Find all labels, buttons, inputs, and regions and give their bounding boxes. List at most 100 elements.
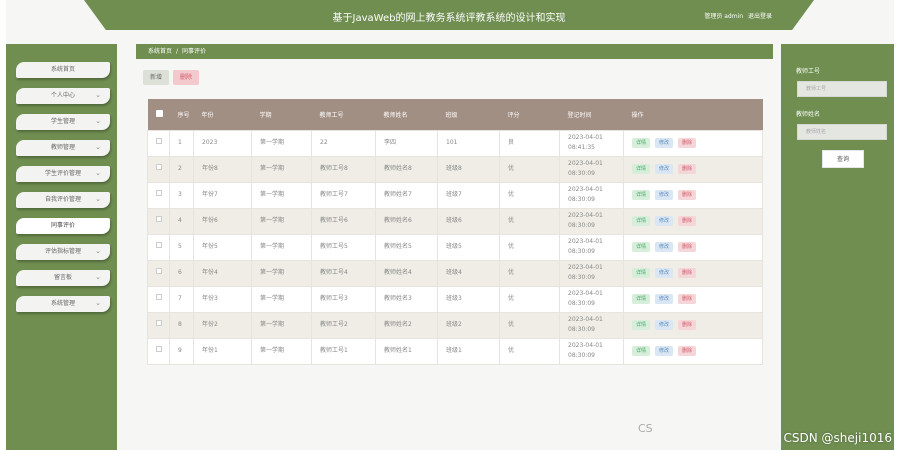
table-row: 6 年份4 第一学期 教师工号4 教师姓名4 班级4 优 2023-04-01 08:30:0… bbox=[147, 259, 763, 287]
table-cell: 2023-04-01 08:30:09 bbox=[559, 207, 624, 235]
delete-button[interactable]: 删除 bbox=[678, 138, 696, 148]
delete-button[interactable]: 删除 bbox=[678, 190, 696, 200]
batch-delete-button[interactable]: 删除 bbox=[173, 70, 200, 85]
add-button[interactable]: 新增 bbox=[143, 70, 170, 85]
table-cell: 李四 bbox=[375, 129, 438, 157]
detail-button[interactable]: 详情 bbox=[632, 164, 650, 174]
table-cell: 年份4 bbox=[193, 259, 252, 287]
table-cell: 教师工号3 bbox=[311, 285, 376, 313]
detail-button[interactable]: 详情 bbox=[632, 216, 650, 226]
row-checkbox[interactable] bbox=[156, 320, 162, 326]
delete-button[interactable]: 删除 bbox=[678, 320, 696, 330]
delete-button[interactable]: 删除 bbox=[678, 346, 696, 356]
table-cell: 年份3 bbox=[193, 285, 252, 313]
table-cell: 班级1 bbox=[437, 337, 500, 365]
sidebar-item-profile[interactable]: 个人中心 ⌄ bbox=[16, 88, 110, 104]
row-checkbox-cell bbox=[147, 285, 170, 313]
sidebar-item-indicators[interactable]: 评估指标管理 ⌄ bbox=[16, 244, 110, 260]
sidebar-item-students[interactable]: 学生管理 ⌄ bbox=[16, 114, 110, 130]
edit-button[interactable]: 修改 bbox=[655, 346, 673, 356]
chevron-down-icon: ⌄ bbox=[95, 169, 101, 177]
edit-button[interactable]: 修改 bbox=[655, 242, 673, 252]
column-header: 操作 bbox=[623, 99, 763, 130]
chevron-down-icon: ⌄ bbox=[95, 273, 101, 281]
edit-button[interactable]: 修改 bbox=[655, 294, 673, 304]
column-header: 评分 bbox=[499, 99, 560, 130]
edit-button[interactable]: 修改 bbox=[655, 164, 673, 174]
edit-button[interactable]: 修改 bbox=[655, 190, 673, 200]
sidebar-item-label: 学生评价管理 bbox=[44, 170, 81, 177]
table-cell: 年份6 bbox=[193, 207, 252, 235]
breadcrumb-home[interactable]: 系统首页 bbox=[148, 48, 172, 55]
row-checkbox[interactable] bbox=[156, 346, 162, 352]
table-cell: 优 bbox=[499, 285, 560, 313]
sidebar-item-home[interactable]: 系统首页 bbox=[16, 62, 110, 78]
row-checkbox[interactable] bbox=[156, 138, 162, 144]
table-cell: 教师工号7 bbox=[311, 181, 376, 209]
sidebar-item-teachers[interactable]: 教师管理 ⌄ bbox=[16, 140, 110, 156]
delete-button[interactable]: 删除 bbox=[678, 164, 696, 174]
header: 基于JavaWeb的网上教务系统评教系统的设计和实现 管理员 admin 退出登… bbox=[6, 0, 894, 44]
delete-button[interactable]: 删除 bbox=[678, 268, 696, 278]
detail-button[interactable]: 详情 bbox=[632, 294, 650, 304]
table-body: 1 2023 第一学期 22 李四 101 良 2023-04-01 08:41:35 详情 修改… bbox=[147, 129, 763, 365]
row-checkbox[interactable] bbox=[156, 164, 162, 170]
delete-button[interactable]: 删除 bbox=[678, 242, 696, 252]
detail-button[interactable]: 详情 bbox=[632, 268, 650, 278]
table-cell: 22 bbox=[311, 129, 376, 157]
edit-button[interactable]: 修改 bbox=[655, 268, 673, 278]
edit-button[interactable]: 修改 bbox=[655, 138, 673, 148]
row-actions: 详情 修改 删除 bbox=[623, 311, 763, 339]
chevron-down-icon: ⌄ bbox=[95, 117, 101, 125]
edit-button[interactable]: 修改 bbox=[655, 320, 673, 330]
row-checkbox[interactable] bbox=[156, 294, 162, 300]
sidebar-item-label: 系统首页 bbox=[50, 66, 75, 73]
chevron-down-icon: ⌄ bbox=[95, 247, 101, 255]
sidebar-item-student-eval[interactable]: 学生评价管理 ⌄ bbox=[16, 166, 110, 182]
sidebar-item-peer-eval[interactable]: 同事评价 bbox=[16, 218, 110, 234]
detail-button[interactable]: 详情 bbox=[632, 242, 650, 252]
table-cell: 教师工号8 bbox=[311, 155, 376, 183]
row-checkbox-cell bbox=[147, 129, 170, 157]
sidebar-item-self-eval[interactable]: 自我评价管理 ⌄ bbox=[16, 192, 110, 208]
table-cell: 年份5 bbox=[193, 233, 252, 261]
delete-button[interactable]: 删除 bbox=[678, 216, 696, 226]
data-table: 序号 年份 学期 教师工号 教师姓名 班级 评分 登记时间 操作 1 2023 第一… bbox=[147, 99, 763, 365]
sidebar-item-messages[interactable]: 留言板 ⌄ bbox=[16, 270, 110, 286]
table-row: 8 年份2 第一学期 教师工号2 教师姓名2 班级2 优 2023-04-01 08:30:0… bbox=[147, 311, 763, 339]
table-cell: 7 bbox=[169, 285, 194, 313]
row-checkbox[interactable] bbox=[156, 190, 162, 196]
select-all-checkbox[interactable] bbox=[147, 99, 170, 130]
table-cell: 教师工号1 bbox=[311, 337, 376, 365]
edit-button[interactable]: 修改 bbox=[655, 216, 673, 226]
detail-button[interactable]: 详情 bbox=[632, 346, 650, 356]
table-cell: 5 bbox=[169, 233, 194, 261]
sidebar: 系统首页 个人中心 ⌄ 学生管理 ⌄ 教师管理 ⌄ 学生评价管理 ⌄ 自我评价管理 ⌄ 同… bbox=[6, 44, 117, 450]
row-actions: 详情 修改 删除 bbox=[623, 129, 763, 157]
table-cell: 班级8 bbox=[437, 155, 500, 183]
table-cell: 2023-04-01 08:30:09 bbox=[559, 155, 624, 183]
teacher-name-input[interactable]: 教师姓名 bbox=[797, 124, 887, 140]
user-info: 管理员 admin 退出登录 bbox=[701, 11, 772, 20]
table-cell: 班级7 bbox=[437, 181, 500, 209]
breadcrumb-current: 同事评价 bbox=[182, 48, 207, 55]
sidebar-item-label: 教师管理 bbox=[50, 144, 75, 151]
row-checkbox[interactable] bbox=[156, 216, 162, 222]
row-checkbox-cell bbox=[147, 233, 170, 261]
search-button[interactable]: 查询 bbox=[822, 150, 864, 168]
teacher-id-input[interactable]: 教师工号 bbox=[797, 81, 887, 97]
delete-button[interactable]: 删除 bbox=[678, 294, 696, 304]
toolbar: 新增 删除 bbox=[143, 70, 203, 85]
detail-button[interactable]: 详情 bbox=[632, 320, 650, 330]
table-cell: 2023-04-01 08:30:09 bbox=[559, 337, 624, 365]
sidebar-item-system[interactable]: 系统管理 ⌄ bbox=[16, 296, 110, 312]
table-cell: 班级3 bbox=[437, 285, 500, 313]
logout-link[interactable]: 退出登录 bbox=[748, 13, 772, 20]
detail-button[interactable]: 详情 bbox=[632, 138, 650, 148]
sidebar-item-label: 同事评价 bbox=[50, 222, 75, 229]
row-checkbox[interactable] bbox=[156, 268, 162, 274]
table-cell: 1 bbox=[169, 129, 194, 157]
row-checkbox-cell bbox=[147, 181, 170, 209]
detail-button[interactable]: 详情 bbox=[632, 190, 650, 200]
row-checkbox[interactable] bbox=[156, 242, 162, 248]
